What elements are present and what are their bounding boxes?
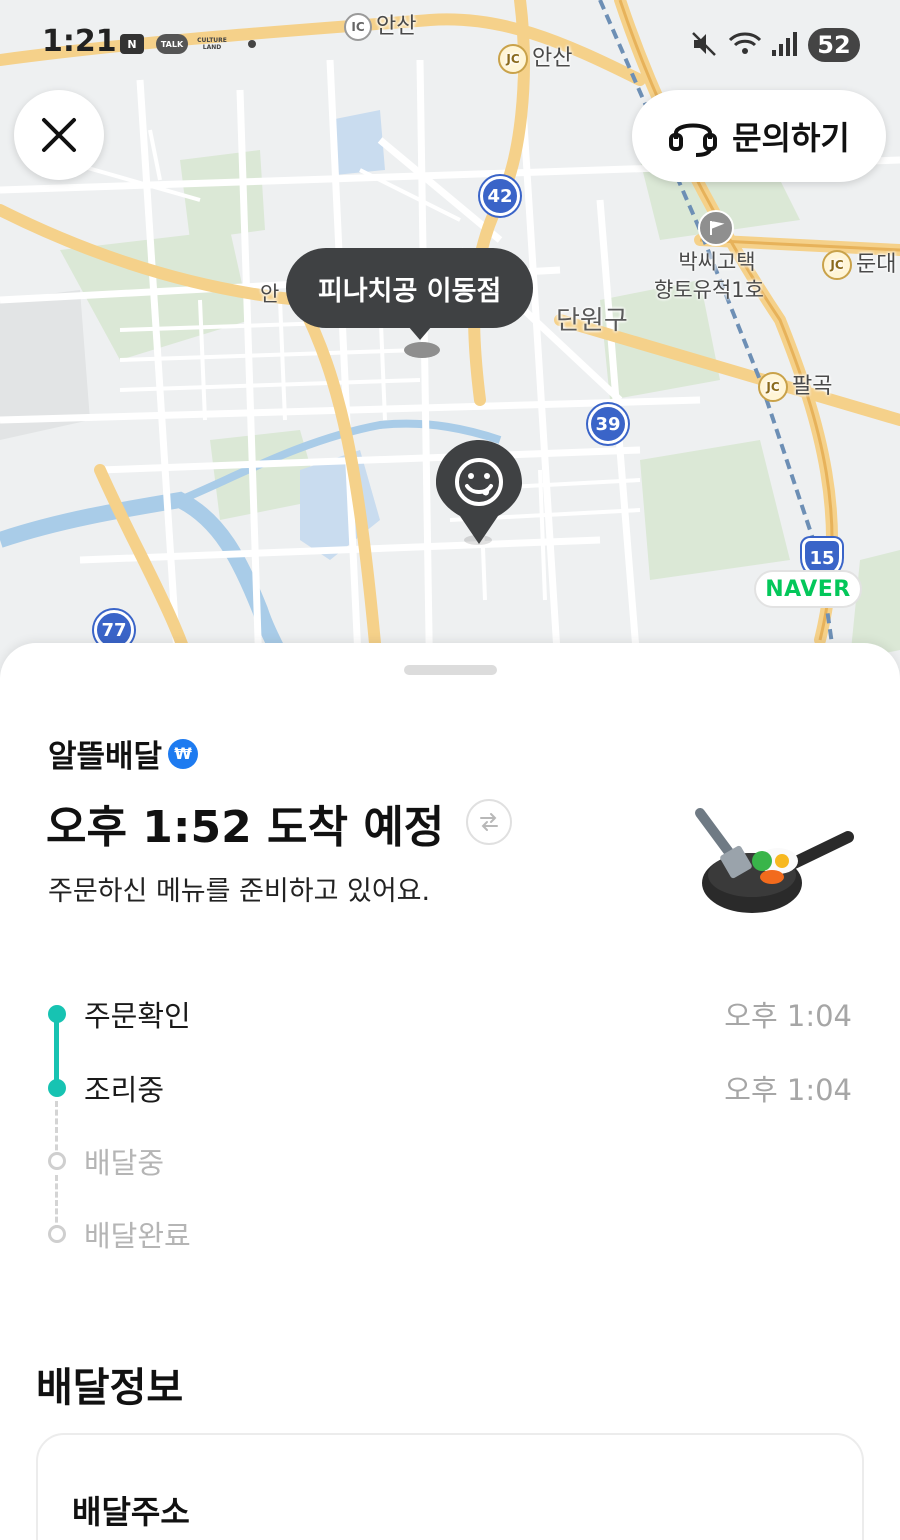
progress-step-cooking: 조리중 오후 1:04 bbox=[0, 1067, 900, 1107]
signal-icon bbox=[772, 32, 797, 56]
route-shield-42: 42 bbox=[480, 176, 520, 216]
cultureland-app-icon: CULTURE LAND bbox=[197, 37, 227, 51]
tooltip-tail bbox=[408, 326, 432, 340]
map-label-district: 단원구 bbox=[556, 306, 628, 336]
jc-badge-icon: JC bbox=[822, 250, 852, 280]
flag-icon bbox=[710, 221, 725, 235]
map-label-jc-palgok: JC 팔곡 bbox=[758, 368, 832, 402]
step-time: 오후 1:04 bbox=[724, 999, 852, 1033]
map-label-text: 둔대 bbox=[856, 252, 897, 277]
sheet-drag-handle[interactable] bbox=[404, 665, 497, 675]
notification-dot-icon bbox=[248, 40, 256, 48]
status-time: 1:21 bbox=[42, 24, 117, 59]
close-icon bbox=[42, 118, 76, 152]
map-label-an: 안 bbox=[260, 282, 280, 306]
service-name-text: 알뜰배달 bbox=[48, 739, 163, 775]
step-label: 배달중 bbox=[84, 1146, 165, 1180]
step-dot-pending bbox=[48, 1225, 66, 1243]
step-label: 배달완료 bbox=[84, 1219, 191, 1253]
status-message: 주문하신 메뉴를 준비하고 있어요. bbox=[48, 876, 431, 907]
wifi-icon bbox=[728, 32, 762, 54]
store-location-dot bbox=[404, 342, 440, 358]
headset-icon bbox=[669, 123, 718, 157]
store-name-tooltip[interactable]: 피나치공 이동점 bbox=[286, 248, 534, 328]
step-dot-done bbox=[48, 1005, 66, 1023]
delivery-address-label: 배달주소 bbox=[72, 1493, 190, 1531]
status-bar: 1:21 N TALK CULTURE LAND 52 bbox=[0, 22, 900, 66]
map-view[interactable]: IC 안산 JC 안산 JC 둔대 JC 팔곡 박씨고택 향토유적1호 단원구 안 42… bbox=[0, 0, 900, 700]
order-status-sheet[interactable]: 알뜰배달 ₩ 오후 1:52 도착 예정 주문하신 메뉴를 준비하고 있어요. … bbox=[0, 643, 900, 1540]
eta-title: 오후 1:52 도착 예정 bbox=[46, 802, 445, 853]
close-button[interactable] bbox=[14, 90, 104, 180]
map-label-park-house: 박씨고택 향토유적1호 bbox=[654, 248, 764, 304]
route-shield-39: 39 bbox=[588, 404, 628, 444]
naver-app-icon: N bbox=[120, 34, 144, 54]
map-label-jc-dundae: JC 둔대 bbox=[822, 246, 896, 280]
step-dot-done bbox=[48, 1079, 66, 1097]
smiley-pin-icon[interactable] bbox=[436, 440, 522, 546]
progress-step-order-confirmed: 주문확인 오후 1:04 bbox=[0, 993, 900, 1033]
landmark-flag-icon[interactable] bbox=[698, 210, 734, 246]
jc-badge-icon: JC bbox=[758, 372, 788, 402]
naver-map-logo[interactable]: NAVER bbox=[754, 570, 862, 608]
refresh-icon bbox=[480, 813, 498, 831]
map-label-line: 박씨고택 bbox=[678, 250, 756, 274]
step-dot-pending bbox=[48, 1152, 66, 1170]
delivery-info-heading: 배달정보 bbox=[36, 1365, 184, 1411]
verified-badge-icon: ₩ bbox=[168, 738, 199, 769]
map-label-line: 향토유적1호 bbox=[654, 278, 764, 302]
delivery-address-card[interactable]: 배달주소 bbox=[36, 1433, 864, 1540]
step-time: 오후 1:04 bbox=[724, 1073, 852, 1107]
kakaotalk-app-icon: TALK bbox=[156, 34, 188, 54]
map-label-text: 팔곡 bbox=[792, 374, 833, 399]
progress-step-delivered: 배달완료 bbox=[0, 1213, 900, 1253]
frying-pan-icon bbox=[695, 808, 854, 913]
inquiry-button[interactable]: 문의하기 bbox=[632, 90, 886, 182]
step-label: 주문확인 bbox=[84, 999, 191, 1033]
inquiry-label: 문의하기 bbox=[732, 119, 850, 157]
battery-indicator: 52 bbox=[808, 28, 860, 62]
refresh-button[interactable] bbox=[466, 799, 512, 845]
progress-step-delivering: 배달중 bbox=[0, 1140, 900, 1180]
step-label: 조리중 bbox=[84, 1073, 165, 1107]
mute-icon bbox=[692, 32, 716, 56]
delivery-service-name: 알뜰배달 ₩ bbox=[48, 731, 199, 776]
